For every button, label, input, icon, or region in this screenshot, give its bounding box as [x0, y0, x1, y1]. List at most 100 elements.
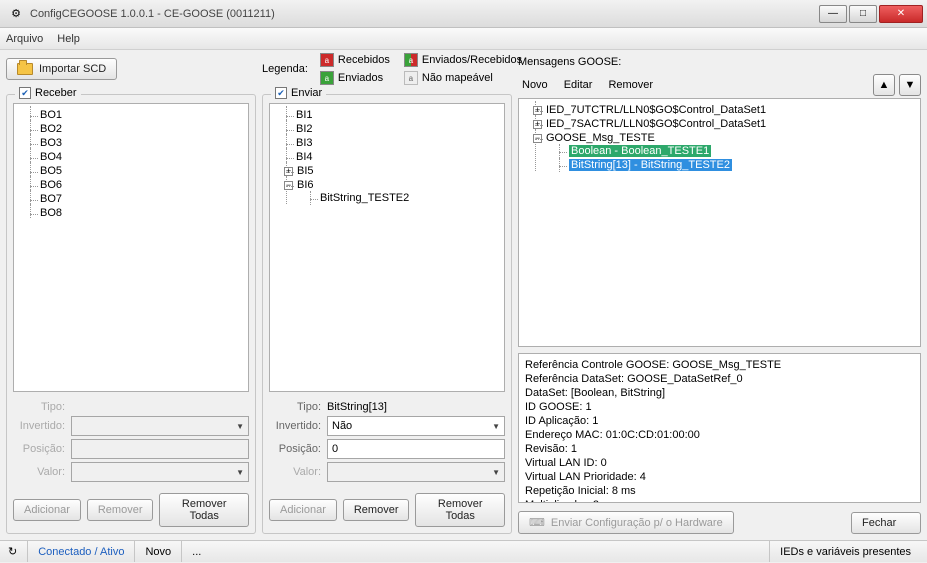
send-tree[interactable]: BI1 BI2 BI3 BI4 +BI5 −BI6 BitString_TEST… [269, 103, 505, 392]
refresh-icon[interactable]: ↻ [8, 545, 17, 558]
legend-box-recv: a [320, 53, 334, 67]
msgs-title: Mensagens GOOSE: [518, 56, 921, 72]
recv-remove-button[interactable]: Remover [87, 499, 154, 521]
send-pos-label: Posição: [269, 443, 321, 455]
close-dialog-button[interactable]: Fechar [851, 512, 921, 534]
receive-title: Receber [35, 87, 77, 99]
detail-line: Referência DataSet: GOOSE_DataSetRef_0 [525, 372, 914, 386]
send-group: ✔ Enviar BI1 BI2 BI3 BI4 +BI5 −BI6 BitSt… [262, 94, 512, 534]
menu-arquivo[interactable]: Arquivo [6, 33, 43, 45]
tree-item[interactable]: BO4 [30, 150, 246, 164]
recv-inv-select: ▼ [71, 416, 249, 436]
menu-help[interactable]: Help [57, 33, 80, 45]
status-bar: ↻ Conectado / Ativo Novo ... IEDs e vari… [0, 540, 927, 562]
legend-text: Não mapeável [422, 72, 493, 84]
window-title: ConfigCEGOOSE 1.0.0.1 - CE-GOOSE (001121… [30, 8, 819, 20]
tree-item[interactable]: BitString_TESTE2 [310, 191, 502, 205]
recv-pos-input [71, 439, 249, 459]
tree-item[interactable]: BO6 [30, 178, 246, 192]
legend-text: Enviados [338, 72, 383, 84]
expand-icon[interactable]: + [533, 120, 542, 129]
send-inv-label: Invertido: [269, 420, 321, 432]
msgs-details: Referência Controle GOOSE: GOOSE_Msg_TES… [518, 353, 921, 503]
legend-text: Recebidos [338, 54, 390, 66]
recv-inv-label: Invertido: [13, 420, 65, 432]
tree-item[interactable]: +IED_7UTCTRL/LLN0$GO$Control_DataSet1 [535, 103, 918, 117]
tree-item[interactable]: +BI5 [286, 164, 502, 178]
send-val-select: ▼ [327, 462, 505, 482]
tree-item[interactable]: BI4 [286, 150, 502, 164]
detail-line: Referência Controle GOOSE: GOOSE_Msg_TES… [525, 358, 914, 372]
import-scd-label: Importar SCD [39, 63, 106, 75]
legend-box-unmap: a [404, 71, 418, 85]
recv-pos-label: Posição: [13, 443, 65, 455]
tree-item[interactable]: +IED_7SACTRL/LLN0$GO$Control_DataSet1 [535, 117, 918, 131]
recv-remove-all-button[interactable]: Remover Todas [159, 493, 249, 527]
tree-item[interactable]: BitString[13] - BitString_TESTE2 [559, 158, 918, 172]
expand-icon[interactable]: + [284, 167, 293, 176]
menu-bar: Arquivo Help [0, 28, 927, 50]
status-ieds: IEDs e variáveis presentes [780, 546, 911, 558]
recv-val-label: Valor: [13, 466, 65, 478]
move-up-button[interactable]: ▲ [873, 74, 895, 96]
minimize-button[interactable]: — [819, 5, 847, 23]
send-tipo-value: BitString[13] [327, 401, 387, 413]
receive-group: ✔ Receber BO1 BO2 BO3 BO4 BO5 BO6 BO7 BO… [6, 94, 256, 534]
send-add-button[interactable]: Adicionar [269, 499, 337, 521]
status-dots: ... [192, 546, 201, 558]
send-val-label: Valor: [269, 466, 321, 478]
import-scd-button[interactable]: Importar SCD [6, 58, 117, 80]
recv-add-button[interactable]: Adicionar [13, 499, 81, 521]
tree-item[interactable]: BO2 [30, 122, 246, 136]
tree-item[interactable]: −GOOSE_Msg_TESTE Boolean - Boolean_TESTE… [535, 131, 918, 173]
detail-line: ID Aplicação: 1 [525, 414, 914, 428]
legend-label: Legenda: [262, 63, 308, 75]
receive-tree[interactable]: BO1 BO2 BO3 BO4 BO5 BO6 BO7 BO8 [13, 103, 249, 392]
tree-item[interactable]: −BI6 BitString_TESTE2 [286, 178, 502, 206]
msgs-tree[interactable]: +IED_7UTCTRL/LLN0$GO$Control_DataSet1 +I… [518, 98, 921, 347]
msgs-remover-link[interactable]: Remover [608, 79, 653, 91]
tree-item[interactable]: BO7 [30, 192, 246, 206]
detail-line: Virtual LAN Prioridade: 4 [525, 470, 914, 484]
tree-item[interactable]: BO3 [30, 136, 246, 150]
hardware-icon: ⌨ [529, 516, 545, 529]
tree-item[interactable]: BI2 [286, 122, 502, 136]
tree-item[interactable]: BO8 [30, 206, 246, 220]
tree-item[interactable]: BO5 [30, 164, 246, 178]
window-titlebar: ⚙ ConfigCEGOOSE 1.0.0.1 - CE-GOOSE (0011… [0, 0, 927, 28]
send-hw-button[interactable]: ⌨ Enviar Configuração p/ o Hardware [518, 511, 734, 534]
msgs-editar-link[interactable]: Editar [564, 79, 593, 91]
tree-item[interactable]: BI1 [286, 108, 502, 122]
send-checkbox[interactable]: ✔ [275, 87, 287, 99]
collapse-icon[interactable]: − [533, 134, 542, 143]
detail-line: DataSet: [Boolean, BitString] [525, 386, 914, 400]
detail-line: Revisão: 1 [525, 442, 914, 456]
status-connection[interactable]: Conectado / Ativo [38, 546, 124, 558]
folder-icon [17, 63, 33, 75]
detail-line: Endereço MAC: 01:0C:CD:01:00:00 [525, 428, 914, 442]
detail-line: Virtual LAN ID: 0 [525, 456, 914, 470]
send-remove-button[interactable]: Remover [343, 499, 410, 521]
send-inv-select[interactable]: Não▼ [327, 416, 505, 436]
detail-line: ID GOOSE: 1 [525, 400, 914, 414]
receive-checkbox[interactable]: ✔ [19, 87, 31, 99]
send-pos-input[interactable] [327, 439, 505, 459]
tree-item[interactable]: BI3 [286, 136, 502, 150]
legend-box-send: a [320, 71, 334, 85]
collapse-icon[interactable]: − [284, 181, 293, 190]
tree-item[interactable]: BO1 [30, 108, 246, 122]
msgs-novo-link[interactable]: Novo [522, 79, 548, 91]
expand-icon[interactable]: + [533, 106, 542, 115]
arrow-down-icon: ▼ [905, 79, 916, 91]
move-down-button[interactable]: ▼ [899, 74, 921, 96]
app-icon: ⚙ [8, 6, 24, 22]
close-button[interactable]: ✕ [879, 5, 923, 23]
recv-val-select: ▼ [71, 462, 249, 482]
detail-line: Repetição Inicial: 8 ms [525, 484, 914, 498]
send-hw-label: Enviar Configuração p/ o Hardware [551, 517, 723, 529]
maximize-button[interactable]: □ [849, 5, 877, 23]
tree-item[interactable]: Boolean - Boolean_TESTE1 [559, 144, 918, 158]
send-tipo-label: Tipo: [269, 401, 321, 413]
send-remove-all-button[interactable]: Remover Todas [415, 493, 505, 527]
send-title: Enviar [291, 87, 322, 99]
